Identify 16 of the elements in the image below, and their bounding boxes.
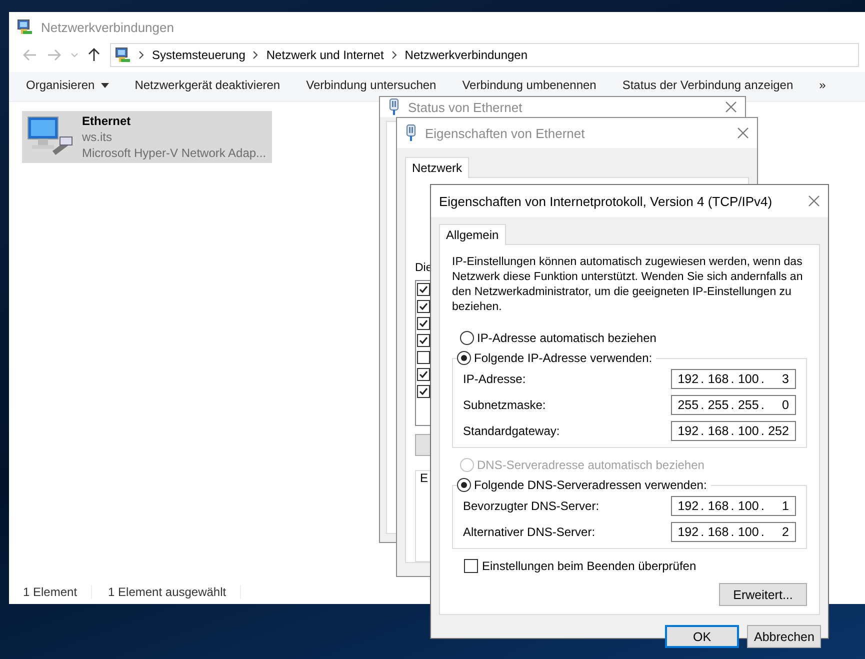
field-label: Alternativer DNS-Server: xyxy=(463,525,596,539)
field-label: Subnetzmaske: xyxy=(463,398,546,412)
status-text: 1 Element ausgewählt xyxy=(108,585,242,599)
window-title: Status von Ethernet xyxy=(408,100,522,114)
description-text: IP-Einstellungen können automatisch zugewiesen werden, wenn das Netzwerk diese Funktion unterstützt. Wenden Sie sich andernfalls an den Netzwerkadministrator, um die geeigneten IP-Einstellungen zu beziehen. xyxy=(452,255,804,315)
network-name: ws.its xyxy=(82,129,113,145)
field-label: Standardgateway: xyxy=(463,424,560,438)
device-name: Microsoft Hyper-V Network Adap... xyxy=(82,145,266,161)
field-label: Bevorzugter DNS-Server: xyxy=(463,499,600,513)
field-label: IP-Adresse: xyxy=(463,372,526,386)
window-title: Eigenschaften von Internetprotokoll, Version 4 (TCP/IPv4) xyxy=(439,194,772,208)
status-text: 1 Element xyxy=(23,585,92,599)
window-title: Netzwerkverbindungen xyxy=(41,20,174,34)
connection-name: Ethernet xyxy=(82,113,132,129)
group-label: E xyxy=(420,471,428,485)
window-title: Eigenschaften von Ethernet xyxy=(425,126,585,140)
